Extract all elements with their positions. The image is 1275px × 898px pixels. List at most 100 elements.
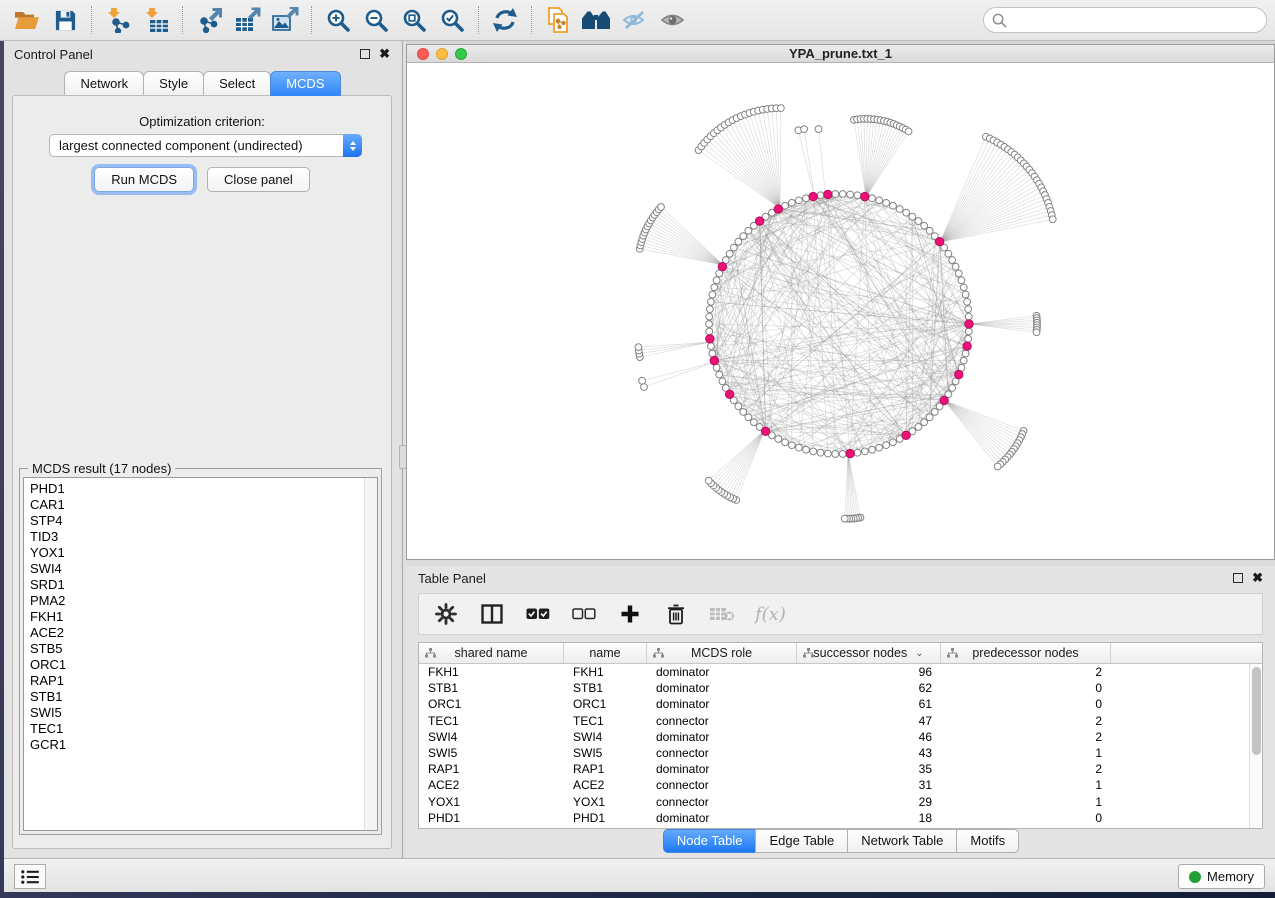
table-row[interactable]: ACE2ACE2connector311	[419, 777, 1262, 793]
table-row[interactable]: SWI4SWI4dominator462	[419, 729, 1262, 745]
graph-node[interactable]	[869, 446, 876, 453]
zoom-selected-button[interactable]	[433, 4, 471, 36]
graph-node[interactable]	[639, 377, 646, 384]
delete-table-button[interactable]	[709, 599, 735, 629]
graph-node[interactable]	[803, 446, 810, 453]
graph-node[interactable]	[735, 403, 742, 410]
dominator-node[interactable]	[755, 217, 763, 225]
tab-network[interactable]: Network	[64, 71, 144, 96]
mcds-result-item[interactable]: TEC1	[30, 721, 361, 737]
mcds-result-item[interactable]: ACE2	[30, 625, 361, 641]
run-mcds-button[interactable]: Run MCDS	[94, 167, 194, 192]
graph-node[interactable]	[949, 257, 956, 264]
graph-node[interactable]	[708, 343, 715, 350]
dominator-node[interactable]	[965, 320, 973, 328]
graph-node[interactable]	[869, 195, 876, 202]
show-all-button[interactable]	[653, 4, 691, 36]
graph-node[interactable]	[711, 284, 718, 291]
close-panel-icon[interactable]: ✖	[379, 49, 390, 59]
graph-node[interactable]	[841, 515, 848, 522]
graph-node[interactable]	[839, 191, 846, 198]
table-settings-button[interactable]	[433, 599, 459, 629]
graph-node[interactable]	[909, 213, 916, 220]
table-row[interactable]: RAP1RAP1dominator352	[419, 761, 1262, 777]
dominator-node[interactable]	[846, 449, 854, 457]
graph-node[interactable]	[706, 328, 713, 335]
clone-network-button[interactable]	[539, 4, 577, 36]
graph-node[interactable]	[708, 298, 715, 305]
tab-style[interactable]: Style	[143, 71, 204, 96]
graph-node[interactable]	[962, 291, 969, 298]
dominator-node[interactable]	[809, 192, 817, 200]
graph-node[interactable]	[706, 321, 713, 328]
graph-node[interactable]	[815, 126, 822, 133]
mcds-result-item[interactable]: TID3	[30, 529, 361, 545]
graph-node[interactable]	[955, 270, 962, 277]
network-canvas[interactable]	[407, 64, 1274, 559]
graph-node[interactable]	[817, 192, 824, 199]
scrollbar-thumb[interactable]	[1252, 667, 1261, 755]
mcds-result-item[interactable]: PMA2	[30, 593, 361, 609]
tab-select[interactable]: Select	[203, 71, 271, 96]
graph-node[interactable]	[883, 442, 890, 449]
dominator-node[interactable]	[774, 205, 782, 213]
mcds-result-item[interactable]: SWI5	[30, 705, 361, 721]
graph-node[interactable]	[921, 419, 928, 426]
graph-node[interactable]	[706, 313, 713, 320]
graph-node[interactable]	[964, 298, 971, 305]
mcds-result-list[interactable]: PHD1CAR1STP4TID3YOX1SWI4SRD1PMA2FKH1ACE2…	[23, 477, 378, 831]
graph-node[interactable]	[740, 233, 747, 240]
dominator-node[interactable]	[902, 431, 910, 439]
graph-node[interactable]	[965, 335, 972, 342]
dominator-node[interactable]	[940, 396, 948, 404]
graph-node[interactable]	[713, 277, 720, 284]
graph-node[interactable]	[641, 384, 648, 391]
graph-node[interactable]	[726, 250, 733, 257]
dominator-node[interactable]	[725, 390, 733, 398]
graph-node[interactable]	[890, 202, 897, 209]
graph-node[interactable]	[883, 199, 890, 206]
zoom-fit-button[interactable]	[395, 4, 433, 36]
graph-node[interactable]	[945, 250, 952, 257]
column-header-successor-nodes[interactable]: successor nodes⌄	[797, 643, 941, 663]
graph-node[interactable]	[775, 436, 782, 443]
graph-node[interactable]	[832, 451, 839, 458]
graph-node[interactable]	[994, 463, 1001, 470]
graph-node[interactable]	[952, 263, 959, 270]
table-row[interactable]: PHD1PHD1dominator180	[419, 810, 1262, 826]
graph-node[interactable]	[719, 378, 726, 385]
select-all-rows-button[interactable]	[525, 599, 551, 629]
dominator-node[interactable]	[955, 370, 963, 378]
binoculars-button[interactable]	[577, 4, 615, 36]
graph-node[interactable]	[960, 357, 967, 364]
dominator-node[interactable]	[935, 238, 943, 246]
mcds-result-item[interactable]: SRD1	[30, 577, 361, 593]
graph-node[interactable]	[735, 238, 742, 245]
mcds-result-item[interactable]: STP4	[30, 513, 361, 529]
mcds-result-item[interactable]: STB5	[30, 641, 361, 657]
graph-node[interactable]	[931, 409, 938, 416]
graph-node[interactable]	[832, 191, 839, 198]
column-header-mcds-role[interactable]: MCDS role	[647, 643, 797, 663]
global-search[interactable]	[983, 7, 1267, 33]
import-table-button[interactable]	[137, 4, 175, 36]
deselect-all-rows-button[interactable]	[571, 599, 597, 629]
graph-node[interactable]	[788, 199, 795, 206]
table-row[interactable]: FKH1FKH1dominator962	[419, 664, 1262, 680]
tab-network-table[interactable]: Network Table	[847, 829, 957, 853]
dominator-node[interactable]	[706, 335, 714, 343]
graph-node[interactable]	[839, 451, 846, 458]
graph-node[interactable]	[810, 448, 817, 455]
graph-node[interactable]	[962, 350, 969, 357]
float-panel-icon[interactable]	[360, 49, 370, 59]
graph-node[interactable]	[740, 409, 747, 416]
search-input[interactable]	[1012, 13, 1258, 28]
criterion-select[interactable]: largest connected component (undirected)	[49, 134, 362, 157]
graph-node[interactable]	[960, 284, 967, 291]
graph-node[interactable]	[921, 222, 928, 229]
graph-node[interactable]	[750, 419, 757, 426]
add-column-button[interactable]	[617, 599, 643, 629]
graph-node[interactable]	[896, 206, 903, 213]
hide-selected-button[interactable]	[615, 4, 653, 36]
graph-node[interactable]	[709, 350, 716, 357]
